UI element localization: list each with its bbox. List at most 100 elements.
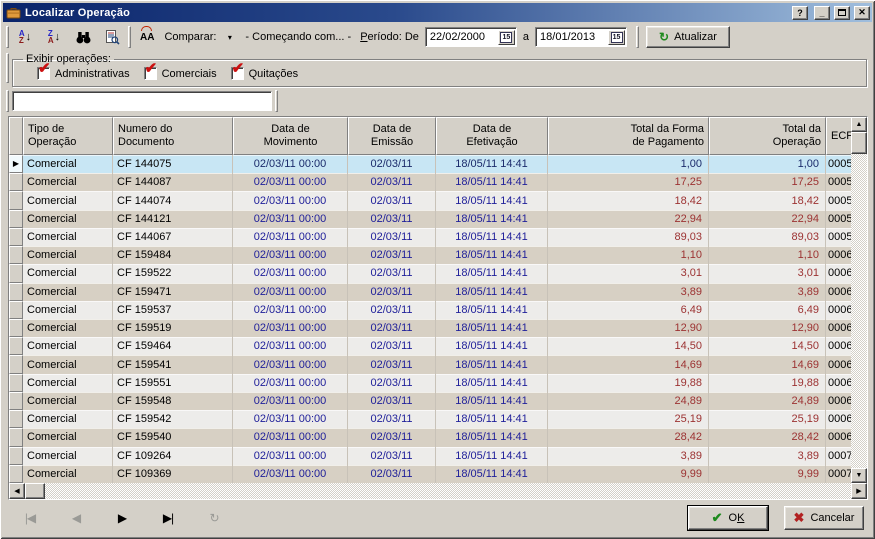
cell-total-operacao[interactable]: 18,42 [709,191,826,209]
cell-tipo-operacao[interactable]: Comercial [23,246,113,264]
cell-data-efetivacao[interactable]: 18/05/11 14:41 [436,301,548,319]
cell-data-emissao[interactable]: 02/03/11 [348,173,436,191]
date-to-calendar-button[interactable]: 15 [608,30,625,45]
cell-total-forma-pagamento[interactable]: 6,49 [548,301,709,319]
cell-data-efetivacao[interactable]: 18/05/11 14:41 [436,155,548,173]
cell-data-emissao[interactable]: 02/03/11 [348,374,436,392]
cell-tipo-operacao[interactable]: Comercial [23,355,113,373]
cell-total-operacao[interactable]: 14,69 [709,355,826,373]
date-from-value[interactable]: 22/02/2000 [427,31,498,43]
table-row[interactable]: Comercial CF 144087 02/03/11 00:00 02/03… [9,173,851,191]
cell-total-operacao[interactable]: 24,89 [709,392,826,410]
cell-total-operacao[interactable]: 1,00 [709,155,826,173]
cell-data-efetivacao[interactable]: 18/05/11 14:41 [436,465,548,483]
cell-ecf[interactable]: 0005 [826,228,851,246]
cell-tipo-operacao[interactable]: Comercial [23,374,113,392]
table-row[interactable]: Comercial CF 159519 02/03/11 00:00 02/03… [9,319,851,337]
cell-tipo-operacao[interactable]: Comercial [23,191,113,209]
cell-total-operacao[interactable]: 9,99 [709,465,826,483]
cell-data-movimento[interactable]: 02/03/11 00:00 [233,301,348,319]
cell-ecf[interactable]: 0006 [826,246,851,264]
cell-ecf[interactable]: 0006 [826,374,851,392]
header-total-forma-pagamento[interactable]: Total da Forma de Pagamento [548,117,709,155]
cell-ecf[interactable]: 0006 [826,319,851,337]
cell-data-emissao[interactable]: 02/03/11 [348,392,436,410]
cell-ecf[interactable]: 0005 [826,155,851,173]
cell-total-forma-pagamento[interactable]: 1,10 [548,246,709,264]
cell-data-efetivacao[interactable]: 18/05/11 14:41 [436,447,548,465]
checkbox-box[interactable]: ✔ [37,67,50,80]
cell-data-emissao[interactable]: 02/03/11 [348,210,436,228]
header-data-efetivacao[interactable]: Data de Efetivação [436,117,548,155]
titlebar[interactable]: Localizar Operação ? _ ✕ [3,3,872,22]
cell-total-forma-pagamento[interactable]: 1,00 [548,155,709,173]
nav-last-button[interactable]: ▶| [153,506,183,530]
cell-numero-documento[interactable]: CF 159540 [113,428,233,446]
cell-total-operacao[interactable]: 3,89 [709,447,826,465]
horizontal-scroll-track[interactable] [45,483,851,499]
cell-tipo-operacao[interactable]: Comercial [23,283,113,301]
cell-tipo-operacao[interactable]: Comercial [23,447,113,465]
cell-total-operacao[interactable]: 25,19 [709,410,826,428]
cell-numero-documento[interactable]: CF 144087 [113,173,233,191]
cell-data-movimento[interactable]: 02/03/11 00:00 [233,465,348,483]
sort-ascending-button[interactable]: AZ ↓ [12,25,38,49]
header-data-movimento[interactable]: Data de Movimento [233,117,348,155]
table-row[interactable]: Comercial CF 144074 02/03/11 00:00 02/03… [9,191,851,209]
cell-total-operacao[interactable]: 6,49 [709,301,826,319]
cell-data-efetivacao[interactable]: 18/05/11 14:41 [436,392,548,410]
cell-total-forma-pagamento[interactable]: 24,89 [548,392,709,410]
table-row[interactable]: Comercial CF 144121 02/03/11 00:00 02/03… [9,210,851,228]
cell-total-forma-pagamento[interactable]: 18,42 [548,191,709,209]
table-row[interactable]: Comercial CF 159551 02/03/11 00:00 02/03… [9,374,851,392]
cell-ecf[interactable]: 0006 [826,264,851,282]
cell-numero-documento[interactable]: CF 159551 [113,374,233,392]
row-indicator[interactable] [9,319,23,337]
checkbox-box[interactable]: ✔ [144,67,157,80]
cell-data-efetivacao[interactable]: 18/05/11 14:41 [436,283,548,301]
cell-data-movimento[interactable]: 02/03/11 00:00 [233,155,348,173]
table-row[interactable]: Comercial CF 109264 02/03/11 00:00 02/03… [9,447,851,465]
cell-ecf[interactable]: 0007 [826,465,851,483]
cell-ecf[interactable]: 0006 [826,283,851,301]
checkbox-comerciais[interactable]: ✔ Comerciais [144,67,217,80]
table-row[interactable]: Comercial CF 159471 02/03/11 00:00 02/03… [9,283,851,301]
horizontal-scrollbar[interactable]: ◀ ▶ [9,483,867,499]
row-indicator[interactable] [9,410,23,428]
cell-data-movimento[interactable]: 02/03/11 00:00 [233,392,348,410]
row-indicator[interactable] [9,283,23,301]
cell-data-movimento[interactable]: 02/03/11 00:00 [233,428,348,446]
cell-total-forma-pagamento[interactable]: 17,25 [548,173,709,191]
cell-total-operacao[interactable]: 14,50 [709,337,826,355]
date-to-field[interactable]: 18/01/2013 15 [535,27,627,47]
cell-ecf[interactable]: 0006 [826,392,851,410]
cell-data-emissao[interactable]: 02/03/11 [348,447,436,465]
header-total-operacao[interactable]: Total da Operação [709,117,826,155]
cell-total-forma-pagamento[interactable]: 9,99 [548,465,709,483]
cell-tipo-operacao[interactable]: Comercial [23,301,113,319]
nav-next-button[interactable]: ▶ [107,506,137,530]
row-indicator[interactable] [9,447,23,465]
cell-total-operacao[interactable]: 3,01 [709,264,826,282]
row-indicator[interactable] [9,374,23,392]
checkbox-quitacoes[interactable]: ✔ Quitações [231,67,299,80]
checkbox-administrativas[interactable]: ✔ Administrativas [37,67,130,80]
cell-total-forma-pagamento[interactable]: 3,89 [548,283,709,301]
cell-total-forma-pagamento[interactable]: 89,03 [548,228,709,246]
help-button[interactable]: ? [792,6,808,20]
cell-total-operacao[interactable]: 19,88 [709,374,826,392]
row-indicator[interactable] [9,173,23,191]
cell-total-forma-pagamento[interactable]: 22,94 [548,210,709,228]
table-row[interactable]: Comercial CF 159522 02/03/11 00:00 02/03… [9,264,851,282]
cell-data-movimento[interactable]: 02/03/11 00:00 [233,228,348,246]
cell-data-movimento[interactable]: 02/03/11 00:00 [233,264,348,282]
header-ecf[interactable]: ECF [826,117,851,155]
table-row[interactable]: Comercial CF 159542 02/03/11 00:00 02/03… [9,410,851,428]
cell-data-movimento[interactable]: 02/03/11 00:00 [233,447,348,465]
cell-tipo-operacao[interactable]: Comercial [23,410,113,428]
cell-data-efetivacao[interactable]: 18/05/11 14:41 [436,191,548,209]
cell-data-efetivacao[interactable]: 18/05/11 14:41 [436,337,548,355]
cell-data-emissao[interactable]: 02/03/11 [348,264,436,282]
cell-ecf[interactable]: 0006 [826,301,851,319]
cell-numero-documento[interactable]: CF 159471 [113,283,233,301]
